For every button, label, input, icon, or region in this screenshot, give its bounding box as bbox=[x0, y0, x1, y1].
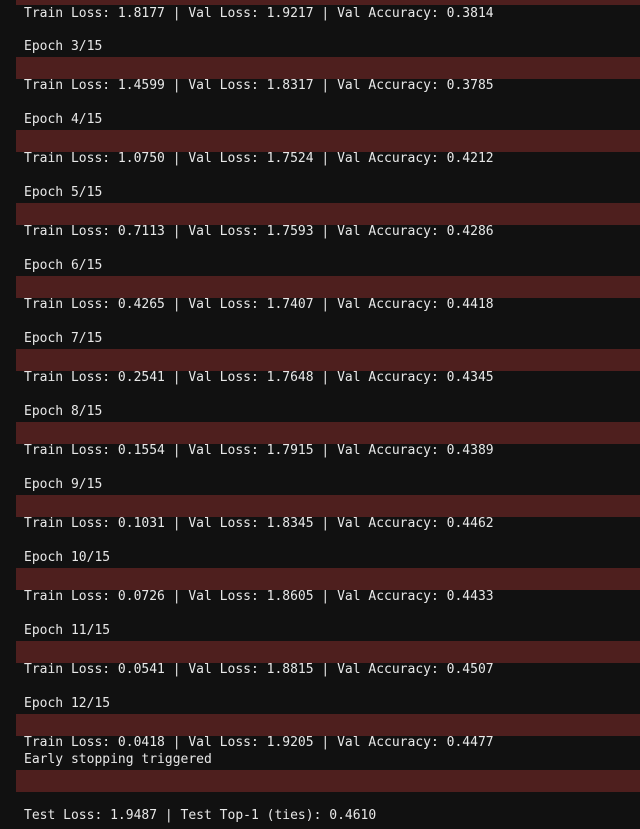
progress-bar bbox=[16, 276, 640, 298]
progress-bar bbox=[16, 349, 640, 371]
epoch-label: Epoch 11/15 bbox=[24, 623, 111, 638]
progress-bar bbox=[16, 203, 640, 225]
epoch-label: Epoch 3/15 bbox=[24, 39, 103, 54]
progress-bar bbox=[16, 130, 640, 152]
metrics-line: Train Loss: 1.4599 | Val Loss: 1.8317 | … bbox=[24, 78, 494, 93]
progress-bar bbox=[16, 495, 640, 517]
progress-bar bbox=[16, 422, 640, 444]
epoch-label: Epoch 10/15 bbox=[24, 550, 111, 565]
metrics-line: Train Loss: 1.0750 | Val Loss: 1.7524 | … bbox=[24, 151, 494, 166]
progress-bar bbox=[16, 714, 640, 736]
early-stop-message: Early stopping triggered bbox=[24, 752, 212, 767]
metrics-line: Train Loss: 1.8177 | Val Loss: 1.9217 | … bbox=[24, 6, 494, 21]
metrics-line: Train Loss: 0.1031 | Val Loss: 1.8345 | … bbox=[24, 516, 494, 531]
epoch-label: Epoch 8/15 bbox=[24, 404, 103, 419]
metrics-line: Train Loss: 0.0541 | Val Loss: 1.8815 | … bbox=[24, 662, 494, 677]
metrics-line: Train Loss: 0.0418 | Val Loss: 1.9205 | … bbox=[24, 735, 494, 750]
test-result-line: Test Loss: 1.9487 | Test Top-1 (ties): 0… bbox=[24, 808, 377, 823]
progress-bar bbox=[16, 57, 640, 79]
epoch-label: Epoch 4/15 bbox=[24, 112, 103, 127]
metrics-line: Train Loss: 0.1554 | Val Loss: 1.7915 | … bbox=[24, 443, 494, 458]
progress-bar bbox=[16, 770, 640, 792]
epoch-label: Epoch 6/15 bbox=[24, 258, 103, 273]
training-output: Train Loss: 1.8177 | Val Loss: 1.9217 | … bbox=[0, 0, 640, 829]
progress-bar-strip bbox=[16, 0, 640, 5]
metrics-line: Train Loss: 0.7113 | Val Loss: 1.7593 | … bbox=[24, 224, 494, 239]
epoch-label: Epoch 12/15 bbox=[24, 696, 111, 711]
metrics-line: Train Loss: 0.0726 | Val Loss: 1.8605 | … bbox=[24, 589, 494, 604]
progress-bar bbox=[16, 641, 640, 663]
epoch-label: Epoch 9/15 bbox=[24, 477, 103, 492]
metrics-line: Train Loss: 0.4265 | Val Loss: 1.7407 | … bbox=[24, 297, 494, 312]
progress-bar bbox=[16, 568, 640, 590]
epoch-label: Epoch 7/15 bbox=[24, 331, 103, 346]
epoch-label: Epoch 5/15 bbox=[24, 185, 103, 200]
metrics-line: Train Loss: 0.2541 | Val Loss: 1.7648 | … bbox=[24, 370, 494, 385]
